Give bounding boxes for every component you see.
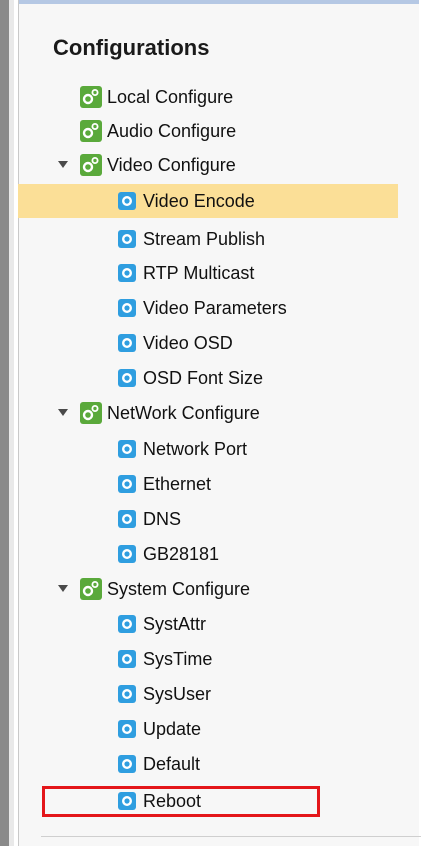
gear-icon: [118, 545, 136, 563]
gears-icon: [80, 578, 102, 600]
tree-item-systime[interactable]: SysTime: [118, 642, 212, 676]
gear-icon: [118, 510, 136, 528]
gear-icon: [118, 369, 136, 387]
panel-top-border: [19, 0, 419, 4]
panel-bottom-divider: [41, 836, 421, 837]
gear-icon: [118, 440, 136, 458]
tree-item-osd-font-size[interactable]: OSD Font Size: [118, 361, 263, 395]
tree-item-rtp-multicast[interactable]: RTP Multicast: [118, 256, 254, 290]
tree-item-label: DNS: [143, 508, 182, 529]
tree-item-systattr[interactable]: SystAttr: [118, 607, 206, 641]
expand-arrow-icon[interactable]: [58, 585, 68, 592]
tree-item-label: Network Port: [143, 438, 248, 459]
expand-arrow-icon[interactable]: [58, 409, 68, 416]
tree-group-video-configure[interactable]: Video Configure: [80, 148, 236, 182]
tree-group-label: NetWork Configure: [107, 402, 260, 423]
tree-item-label: Ethernet: [143, 473, 212, 494]
tree-item-stream-publish[interactable]: Stream Publish: [118, 222, 265, 256]
gear-icon: [118, 299, 136, 317]
tree-item-label: SysUser: [143, 683, 212, 704]
gear-icon: [118, 720, 136, 738]
tree-item-label: Update: [143, 718, 202, 739]
tree-item-label: GB28181: [143, 543, 220, 564]
gears-icon: [80, 154, 102, 176]
tree-item-label: OSD Font Size: [143, 367, 264, 388]
gear-icon: [118, 334, 136, 352]
tree-item-update[interactable]: Update: [118, 712, 201, 746]
tree-group-network-configure[interactable]: NetWork Configure: [80, 396, 260, 430]
tree-item-local-configure[interactable]: Local Configure: [80, 80, 233, 114]
tree-item-label: Local Configure: [107, 86, 234, 107]
expand-arrow-icon[interactable]: [58, 161, 68, 168]
tree-item-dns[interactable]: DNS: [118, 502, 181, 536]
tree-item-network-port[interactable]: Network Port: [118, 432, 247, 466]
tree-item-label: Stream Publish: [143, 228, 266, 249]
tree-item-video-parameters[interactable]: Video Parameters: [118, 291, 287, 325]
reboot-highlight-box: [42, 786, 320, 817]
tree-item-label: Default: [143, 753, 201, 774]
tree-item-gb28181[interactable]: GB28181: [118, 537, 219, 571]
tree-group-label: Video Configure: [107, 154, 236, 175]
gear-icon: [118, 264, 136, 282]
tree-item-default[interactable]: Default: [118, 747, 200, 781]
gears-icon: [80, 120, 102, 142]
gear-icon: [118, 650, 136, 668]
tree-item-sysuser[interactable]: SysUser: [118, 677, 211, 711]
tree-item-label: Video Parameters: [143, 297, 287, 318]
tree-item-video-osd[interactable]: Video OSD: [118, 326, 233, 360]
tree-item-label: SysTime: [143, 648, 213, 669]
tree-item-label: SystAttr: [143, 613, 207, 634]
window-left-border: [0, 0, 9, 846]
tree-group-system-configure[interactable]: System Configure: [80, 572, 250, 606]
gear-icon: [118, 475, 136, 493]
gears-icon: [80, 86, 102, 108]
gear-icon: [118, 192, 136, 210]
tree-item-ethernet[interactable]: Ethernet: [118, 467, 211, 501]
tree-group-label: System Configure: [107, 578, 251, 599]
tree-item-label: Video OSD: [143, 332, 233, 353]
tree-item-video-encode[interactable]: Video Encode: [18, 184, 398, 218]
gear-icon: [118, 615, 136, 633]
window-left-gap: [9, 0, 14, 846]
tree-item-audio-configure[interactable]: Audio Configure: [80, 114, 236, 148]
tree-item-label: Audio Configure: [107, 120, 237, 141]
gear-icon: [118, 755, 136, 773]
tree-item-label: RTP Multicast: [143, 262, 255, 283]
gear-icon: [118, 230, 136, 248]
gears-icon: [80, 402, 102, 424]
tree-item-label: Video Encode: [143, 190, 255, 211]
gear-icon: [118, 685, 136, 703]
panel-title: Configurations: [53, 35, 210, 60]
